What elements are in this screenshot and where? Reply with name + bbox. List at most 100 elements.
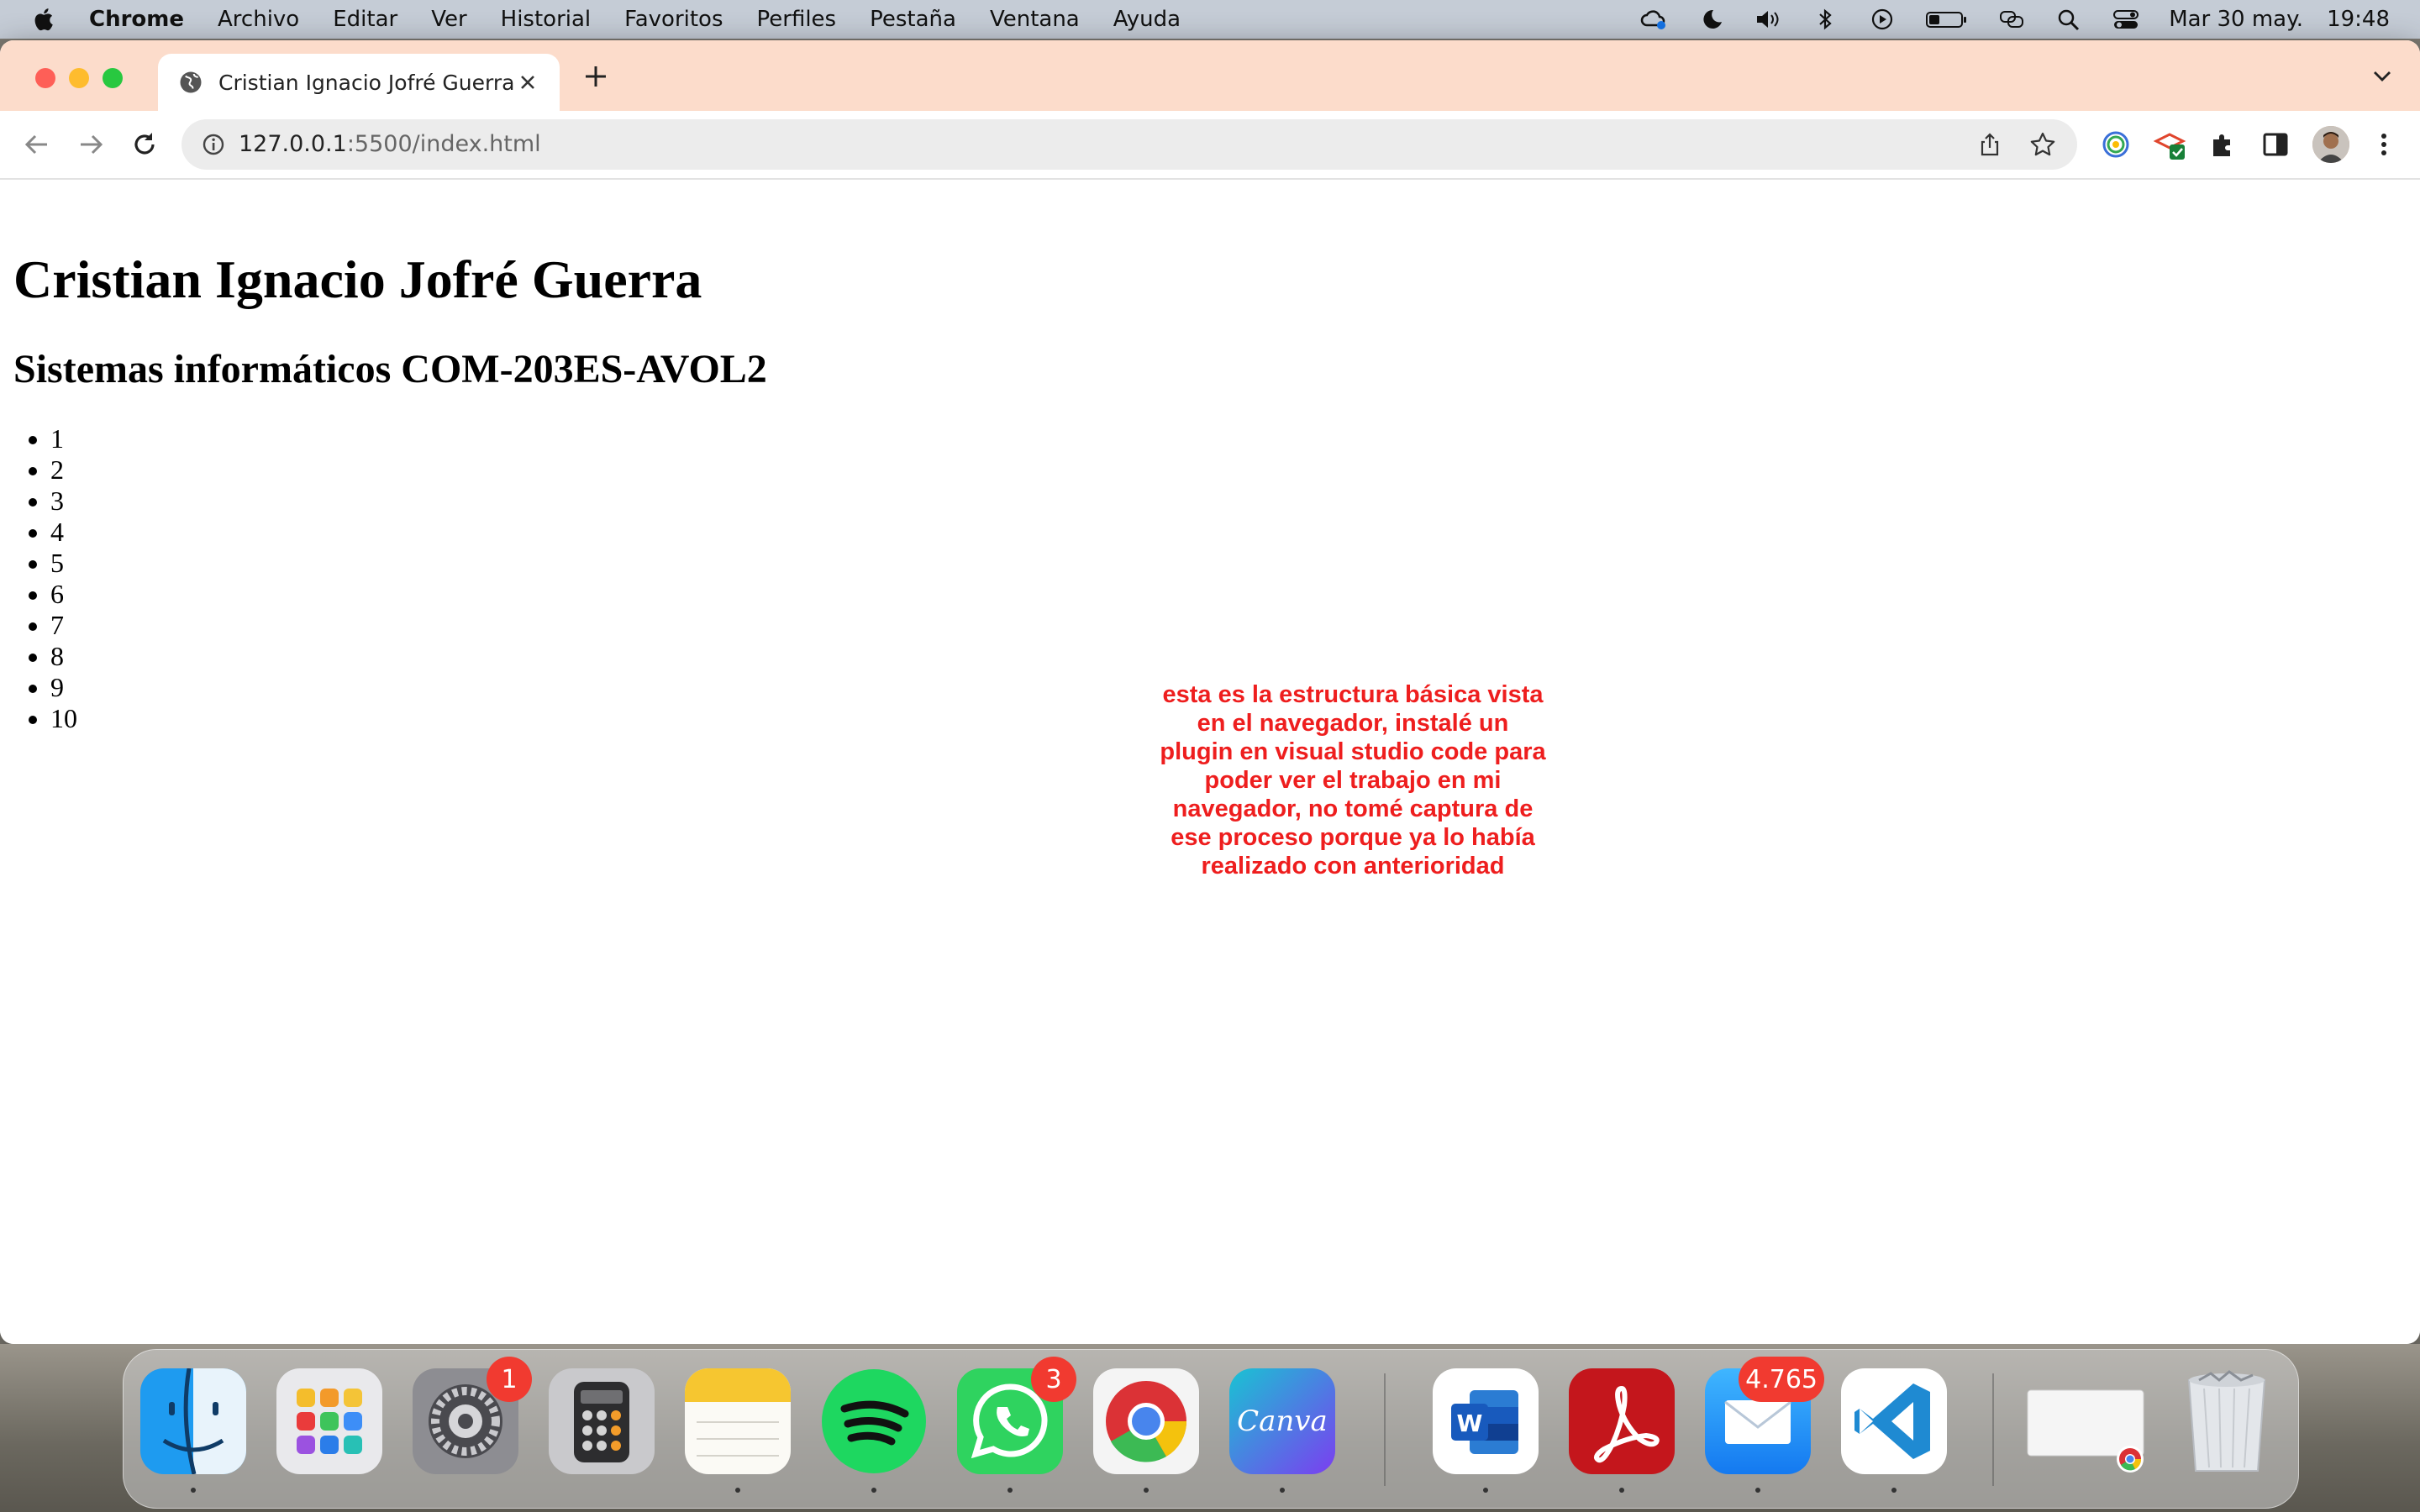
window-fullscreen-button[interactable] (103, 68, 123, 88)
tab-close-icon[interactable] (514, 69, 541, 96)
canva-logo-text: Canva (1237, 1404, 1328, 1438)
word-logo-letter: W (1457, 1410, 1483, 1437)
list-item: 10 (50, 703, 77, 734)
dock-chrome[interactable] (1093, 1368, 1199, 1493)
globe-icon (180, 71, 202, 93)
list-item: 2 (50, 454, 77, 486)
web-page-content: Cristian Ignacio Jofré Guerra Sistemas i… (0, 180, 2420, 1344)
list-item: 3 (50, 486, 77, 517)
site-info-icon[interactable] (200, 131, 227, 158)
chrome-menu-kebab-icon[interactable] (2371, 128, 2396, 161)
screen-mirroring-icon[interactable] (1997, 7, 2026, 32)
bluetooth-icon[interactable] (1811, 7, 1839, 32)
menu-ventana[interactable]: Ventana (990, 7, 1080, 32)
running-indicator (871, 1488, 876, 1493)
side-panel-icon[interactable] (2259, 128, 2292, 161)
dock: 1 3 Canva W 4.765 (123, 1349, 2299, 1509)
running-indicator (191, 1488, 196, 1493)
dock-whatsapp[interactable]: 3 (957, 1357, 1076, 1493)
apple-icon[interactable] (30, 5, 59, 34)
menubar-date: Mar 30 may. (2169, 7, 2304, 32)
launchpad-icon (276, 1368, 382, 1474)
word-icon: W (1433, 1368, 1539, 1474)
menubar-status-area: Mar 30 may. 19:48 (1639, 0, 2390, 39)
chrome-icon (1093, 1368, 1199, 1474)
chrome-window: Cristian Ignacio Jofré Guerra 127.0.0.1:… (0, 40, 2420, 1344)
url-path: :5500/index.html (346, 131, 541, 157)
control-center-icon[interactable] (2112, 7, 2140, 32)
notification-badge: 3 (1031, 1357, 1076, 1402)
running-indicator (1891, 1488, 1897, 1493)
spotify-icon (822, 1369, 926, 1473)
running-indicator (1007, 1488, 1013, 1493)
now-playing-icon[interactable] (1868, 7, 1897, 32)
list-item: 8 (50, 641, 77, 672)
trash-icon (2187, 1370, 2266, 1472)
list-item: 5 (50, 548, 77, 579)
list-item: 4 (50, 517, 77, 548)
new-tab-plus-icon[interactable] (580, 60, 612, 92)
app-menu-chrome[interactable]: Chrome (89, 7, 184, 32)
dock-separator (1992, 1373, 1994, 1486)
back-arrow-icon[interactable] (20, 128, 54, 161)
finder-icon (140, 1368, 246, 1475)
dock-separator (1384, 1373, 1386, 1486)
running-indicator (1619, 1488, 1624, 1493)
dock-canva[interactable]: Canva (1229, 1368, 1335, 1493)
annotation-text: esta es la estructura básica vista en el… (1160, 681, 1546, 879)
menu-historial[interactable]: Historial (501, 7, 592, 32)
dock-vscode[interactable] (1841, 1368, 1947, 1493)
minimized-window-icon (2027, 1389, 2144, 1473)
dock-finder[interactable] (140, 1368, 246, 1493)
dock-calculator[interactable] (549, 1368, 655, 1474)
dock-acrobat[interactable] (1569, 1368, 1675, 1493)
moon-icon[interactable] (1697, 7, 1725, 32)
bookmark-star-icon[interactable] (2028, 130, 2057, 159)
profile-avatar[interactable] (2312, 126, 2349, 163)
dock-minimized-window[interactable] (2024, 1368, 2147, 1474)
creative-cloud-icon[interactable] (1639, 7, 1668, 32)
extensions-puzzle-icon[interactable] (2207, 128, 2240, 161)
menu-archivo[interactable]: Archivo (218, 7, 299, 32)
menu-ver[interactable]: Ver (431, 7, 466, 32)
dock-word[interactable]: W (1433, 1368, 1539, 1493)
window-close-button[interactable] (35, 68, 55, 88)
menu-pestana[interactable]: Pestaña (870, 7, 956, 32)
url-text[interactable]: 127.0.0.1:5500/index.html (239, 131, 541, 157)
list-item: 7 (50, 610, 77, 641)
reload-icon[interactable] (128, 128, 161, 161)
extension-checked-icon[interactable] (2153, 128, 2186, 161)
dock-trash[interactable] (2174, 1368, 2280, 1474)
menu-perfiles[interactable]: Perfiles (757, 7, 837, 32)
browser-toolbar: 127.0.0.1:5500/index.html (0, 111, 2420, 180)
dock-launchpad[interactable] (276, 1368, 382, 1474)
menu-editar[interactable]: Editar (333, 7, 397, 32)
number-list: 1 2 3 4 5 6 7 8 9 10 (0, 423, 77, 734)
running-indicator (735, 1488, 740, 1493)
calculator-icon (549, 1368, 655, 1474)
active-tab[interactable]: Cristian Ignacio Jofré Guerra (158, 54, 560, 111)
notification-badge: 4.765 (1739, 1357, 1824, 1402)
running-indicator (1144, 1488, 1149, 1493)
window-minimize-button[interactable] (69, 68, 89, 88)
menu-ayuda[interactable]: Ayuda (1113, 7, 1181, 32)
macos-menu-bar: Chrome Archivo Editar Ver Historial Favo… (0, 0, 2420, 39)
running-indicator (1755, 1488, 1760, 1493)
dock-mail[interactable]: 4.765 (1705, 1357, 1824, 1493)
menubar-clock[interactable]: Mar 30 may. 19:48 (2169, 7, 2390, 32)
volume-icon[interactable] (1754, 7, 1782, 32)
battery-icon[interactable] (1925, 7, 1969, 32)
address-bar[interactable]: 127.0.0.1:5500/index.html (182, 119, 2077, 170)
tab-search-chevron-icon[interactable] (2370, 63, 2395, 88)
spotlight-search-icon[interactable] (2054, 7, 2083, 32)
dock-system-settings[interactable]: 1 (413, 1357, 532, 1474)
menubar-time: 19:48 (2327, 7, 2390, 32)
menu-favoritos[interactable]: Favoritos (624, 7, 723, 32)
list-item: 1 (50, 423, 77, 454)
share-icon[interactable] (1976, 131, 2003, 158)
acrobat-icon (1569, 1368, 1675, 1474)
dock-notes[interactable] (685, 1368, 791, 1493)
forward-arrow-icon[interactable] (74, 128, 108, 161)
extension-color-picker-icon[interactable] (2099, 128, 2133, 161)
dock-spotify[interactable] (821, 1368, 927, 1493)
